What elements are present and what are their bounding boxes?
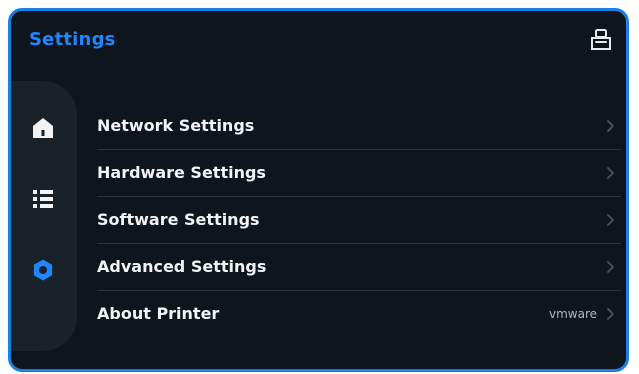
- menu-item-about-printer[interactable]: About Printer vmware: [97, 291, 621, 338]
- menu-item-advanced-settings[interactable]: Advanced Settings: [97, 244, 621, 291]
- menu-item-label: Software Settings: [97, 210, 260, 229]
- menu-item-label: Hardware Settings: [97, 163, 266, 182]
- chevron-right-icon: [607, 214, 614, 226]
- list-icon[interactable]: [29, 185, 57, 213]
- chevron-right-icon: [607, 261, 614, 273]
- sidebar: [11, 81, 77, 351]
- chevron-right-icon: [607, 167, 614, 179]
- menu-item-hardware-settings[interactable]: Hardware Settings: [97, 150, 621, 197]
- menu-item-software-settings[interactable]: Software Settings: [97, 197, 621, 244]
- page-title: Settings: [29, 29, 116, 50]
- menu-item-label: Network Settings: [97, 116, 255, 135]
- settings-menu: Network Settings Hardware Settings Softw…: [97, 103, 621, 338]
- chevron-right-icon: [607, 308, 614, 320]
- printer-model-value: vmware: [548, 307, 597, 321]
- home-icon[interactable]: [29, 114, 57, 142]
- gear-icon[interactable]: [29, 256, 57, 284]
- top-bar: Settings: [11, 11, 626, 71]
- menu-item-label: Advanced Settings: [97, 257, 267, 276]
- device-screen: Settings Network Settings Hardware Setti…: [8, 8, 629, 372]
- chevron-right-icon: [607, 120, 614, 132]
- menu-item-label: About Printer: [97, 304, 220, 323]
- printer-icon[interactable]: [588, 27, 614, 53]
- menu-item-network-settings[interactable]: Network Settings: [97, 103, 621, 150]
